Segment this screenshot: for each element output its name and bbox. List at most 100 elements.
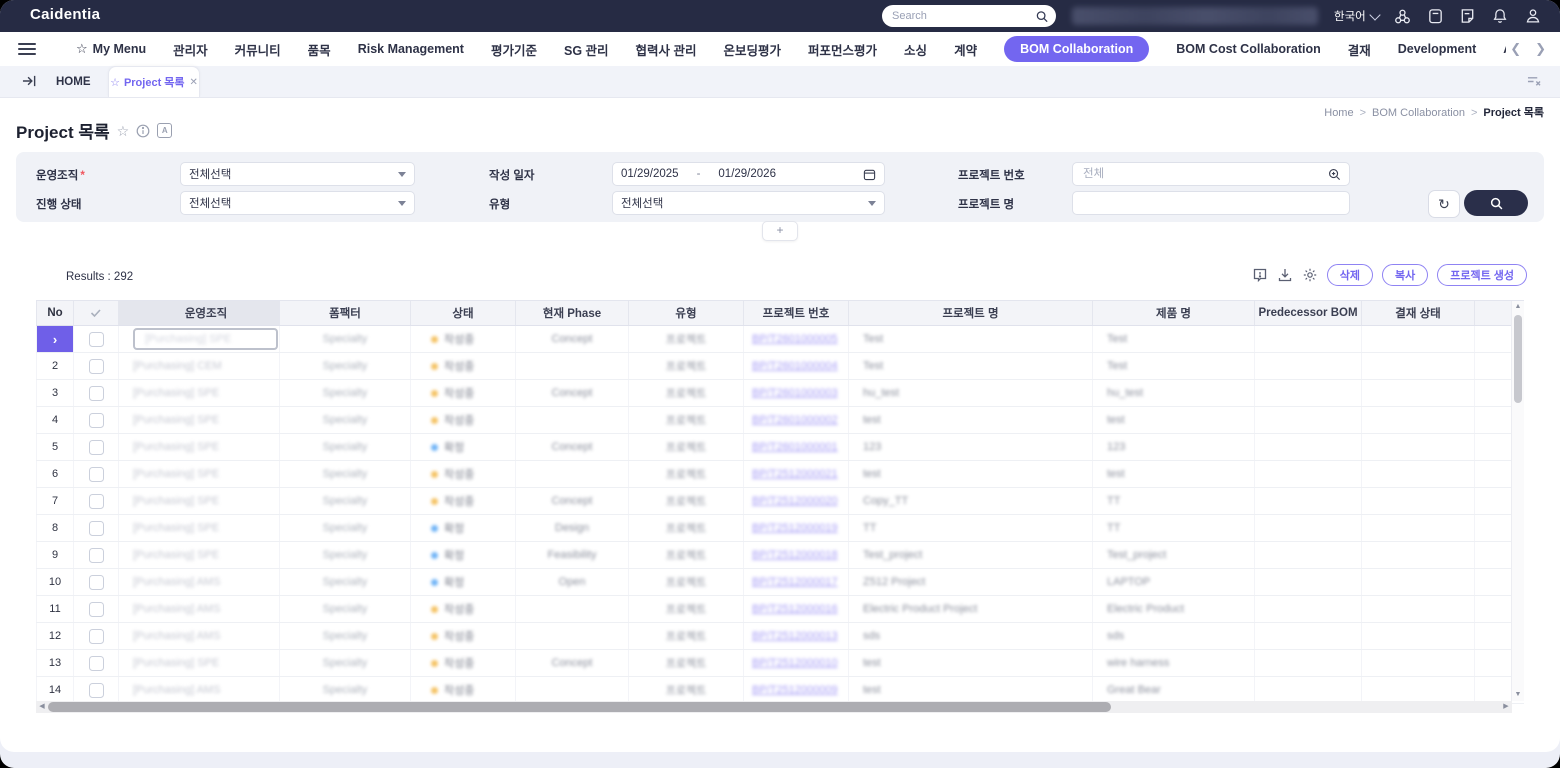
project-number-link[interactable]: BP/T2512000010 bbox=[752, 657, 838, 669]
filter-org-select[interactable]: 전체선택 bbox=[180, 162, 415, 186]
cell-checkbox[interactable] bbox=[74, 677, 119, 703]
download-icon[interactable] bbox=[1277, 267, 1293, 283]
table-row[interactable]: 10› [Purchasing] AMS Specialty 확정 Open 프… bbox=[36, 569, 1524, 596]
project-number-link[interactable]: BP/T2512000018 bbox=[752, 549, 838, 561]
table-row[interactable]: 11› [Purchasing] AMS Specialty 작성중 프로젝트 … bbox=[36, 596, 1524, 623]
header-product-name[interactable]: 제품 명 bbox=[1093, 301, 1255, 325]
cell-checkbox[interactable] bbox=[74, 569, 119, 595]
filter-date-to[interactable]: 01/29/2026 bbox=[718, 168, 776, 180]
collapse-tabs-icon[interactable] bbox=[22, 74, 37, 88]
tooltip-icon[interactable] bbox=[1252, 267, 1268, 283]
horizontal-scrollbar[interactable]: ◀ ▶ bbox=[36, 701, 1512, 713]
breadcrumb-home[interactable]: Home bbox=[1324, 107, 1353, 119]
filter-projectname-field[interactable] bbox=[1072, 191, 1350, 215]
nav-item-결재[interactable]: 결재 bbox=[1348, 40, 1371, 59]
info-icon[interactable] bbox=[136, 124, 150, 138]
filter-date-from[interactable]: 01/29/2025 bbox=[621, 168, 679, 180]
row-checkbox[interactable] bbox=[88, 601, 104, 617]
row-checkbox[interactable] bbox=[88, 655, 104, 671]
cell-checkbox[interactable] bbox=[74, 623, 119, 649]
header-no[interactable]: No bbox=[36, 301, 74, 325]
copy-button[interactable]: 복사 bbox=[1381, 264, 1429, 286]
project-number-link[interactable]: BP/T2601000002 bbox=[752, 414, 838, 426]
tab-project-list[interactable]: ☆ Project 목록 ✕ bbox=[108, 66, 200, 97]
gear-icon[interactable] bbox=[1302, 267, 1318, 283]
header-approval[interactable]: 결재 상태 bbox=[1362, 301, 1475, 325]
cell-checkbox[interactable] bbox=[74, 515, 119, 541]
header-select-all[interactable] bbox=[74, 301, 119, 325]
nav-item-계약[interactable]: 계약 bbox=[954, 40, 977, 59]
project-number-link[interactable]: BP/T2512000013 bbox=[752, 630, 838, 642]
nav-item-퍼포먼스평가[interactable]: 퍼포먼스평가 bbox=[808, 40, 877, 59]
header-org[interactable]: 운영조직 bbox=[119, 301, 280, 325]
nav-item-관리자[interactable]: 관리자 bbox=[173, 40, 208, 59]
nav-item-커뮤니티[interactable]: 커뮤니티 bbox=[235, 40, 281, 59]
focused-cell[interactable]: [Purchasing] SPE bbox=[133, 328, 278, 350]
row-checkbox[interactable] bbox=[88, 358, 104, 374]
cell-checkbox[interactable] bbox=[74, 542, 119, 568]
tab-close-icon[interactable]: ✕ bbox=[190, 77, 198, 88]
language-selector[interactable]: 한국어 bbox=[1334, 0, 1381, 32]
calendar-icon[interactable] bbox=[863, 168, 876, 181]
global-search-input[interactable] bbox=[890, 9, 1036, 23]
nav-item-온보딩평가[interactable]: 온보딩평가 bbox=[724, 40, 782, 59]
table-row[interactable]: 3› [Purchasing] SPE Specialty 작성중 Concep… bbox=[36, 380, 1524, 407]
filter-projectno-field[interactable] bbox=[1072, 162, 1350, 186]
nav-item-품목[interactable]: 품목 bbox=[308, 40, 331, 59]
nav-scroll-left-icon[interactable]: ❮ bbox=[1510, 41, 1521, 57]
cell-checkbox[interactable] bbox=[74, 596, 119, 622]
project-number-link[interactable]: BP/T2512000017 bbox=[752, 576, 838, 588]
favorite-star-icon[interactable]: ☆ bbox=[117, 124, 130, 138]
nav-item-소싱[interactable]: 소싱 bbox=[904, 40, 927, 59]
header-type[interactable]: 유형 bbox=[629, 301, 744, 325]
row-checkbox[interactable] bbox=[88, 628, 104, 644]
row-checkbox[interactable] bbox=[88, 385, 104, 401]
manual-icon[interactable]: A bbox=[157, 123, 173, 138]
table-row[interactable]: 7› [Purchasing] SPE Specialty 작성중 Concep… bbox=[36, 488, 1524, 515]
table-row[interactable]: 6› [Purchasing] SPE Specialty 작성중 프로젝트 B… bbox=[36, 461, 1524, 488]
row-checkbox[interactable] bbox=[88, 493, 104, 509]
cell-checkbox[interactable] bbox=[74, 353, 119, 379]
project-number-link[interactable]: BP/T2512000009 bbox=[752, 684, 838, 696]
table-row[interactable]: 9› [Purchasing] SPE Specialty 확정 Feasibi… bbox=[36, 542, 1524, 569]
table-row[interactable]: 1› [Purchasing] SPE Specialty 작성중 Concep… bbox=[36, 326, 1524, 353]
cell-checkbox[interactable] bbox=[74, 461, 119, 487]
cell-checkbox[interactable] bbox=[74, 326, 119, 352]
nav-item-sg-관리[interactable]: SG 관리 bbox=[564, 40, 609, 59]
filter-projectname-input[interactable] bbox=[1081, 196, 1341, 210]
filter-status-select[interactable]: 전체선택 bbox=[180, 191, 415, 215]
expand-filter-button[interactable]: + bbox=[762, 221, 798, 241]
tab-home[interactable]: HOME bbox=[56, 66, 91, 97]
cell-checkbox[interactable] bbox=[74, 434, 119, 460]
table-row[interactable]: 2› [Purchasing] CEM Specialty 작성중 프로젝트 B… bbox=[36, 353, 1524, 380]
project-number-link[interactable]: BP/T2601000003 bbox=[752, 387, 838, 399]
cell-checkbox[interactable] bbox=[74, 650, 119, 676]
zoom-search-icon[interactable] bbox=[1328, 168, 1341, 181]
nav-item-my-menu[interactable]: ☆ My Menu bbox=[76, 41, 146, 57]
delete-button[interactable]: 삭제 bbox=[1326, 264, 1373, 286]
reset-button[interactable]: ↻ bbox=[1428, 190, 1460, 218]
scroll-up-icon[interactable]: ▲ bbox=[1512, 301, 1524, 313]
table-row[interactable]: 5› [Purchasing] SPE Specialty 확정 Concept… bbox=[36, 434, 1524, 461]
nav-item-development[interactable]: Development bbox=[1398, 42, 1477, 56]
filter-projectno-input[interactable] bbox=[1081, 167, 1328, 181]
notification-bell-icon[interactable] bbox=[1491, 7, 1509, 25]
header-predecessor[interactable]: Predecessor BOM bbox=[1255, 301, 1362, 325]
scroll-left-icon[interactable]: ◀ bbox=[36, 701, 48, 713]
nav-item-apqp-project[interactable]: APQP Project bbox=[1503, 42, 1506, 56]
header-phase[interactable]: 현재 Phase bbox=[516, 301, 629, 325]
project-number-link[interactable]: BP/T2601000001 bbox=[752, 441, 838, 453]
filter-type-select[interactable]: 전체선택 bbox=[612, 191, 885, 215]
filter-date-range[interactable]: 01/29/2025 - 01/29/2026 bbox=[612, 162, 885, 186]
breadcrumb-bom[interactable]: BOM Collaboration bbox=[1372, 107, 1465, 119]
project-number-link[interactable]: BP/T2512000019 bbox=[752, 522, 838, 534]
cell-checkbox[interactable] bbox=[74, 488, 119, 514]
header-project-name[interactable]: 프로젝트 명 bbox=[849, 301, 1093, 325]
row-checkbox[interactable] bbox=[88, 466, 104, 482]
nav-item-bom-cost-collaboration[interactable]: BOM Cost Collaboration bbox=[1176, 42, 1320, 56]
hamburger-menu-icon[interactable] bbox=[18, 40, 36, 58]
nav-item-협력사-관리[interactable]: 협력사 관리 bbox=[636, 40, 697, 59]
horizontal-scroll-thumb[interactable] bbox=[48, 702, 1111, 712]
table-row[interactable]: 14› [Purchasing] AMS Specialty 작성중 프로젝트 … bbox=[36, 677, 1524, 704]
search-button[interactable] bbox=[1464, 190, 1528, 216]
